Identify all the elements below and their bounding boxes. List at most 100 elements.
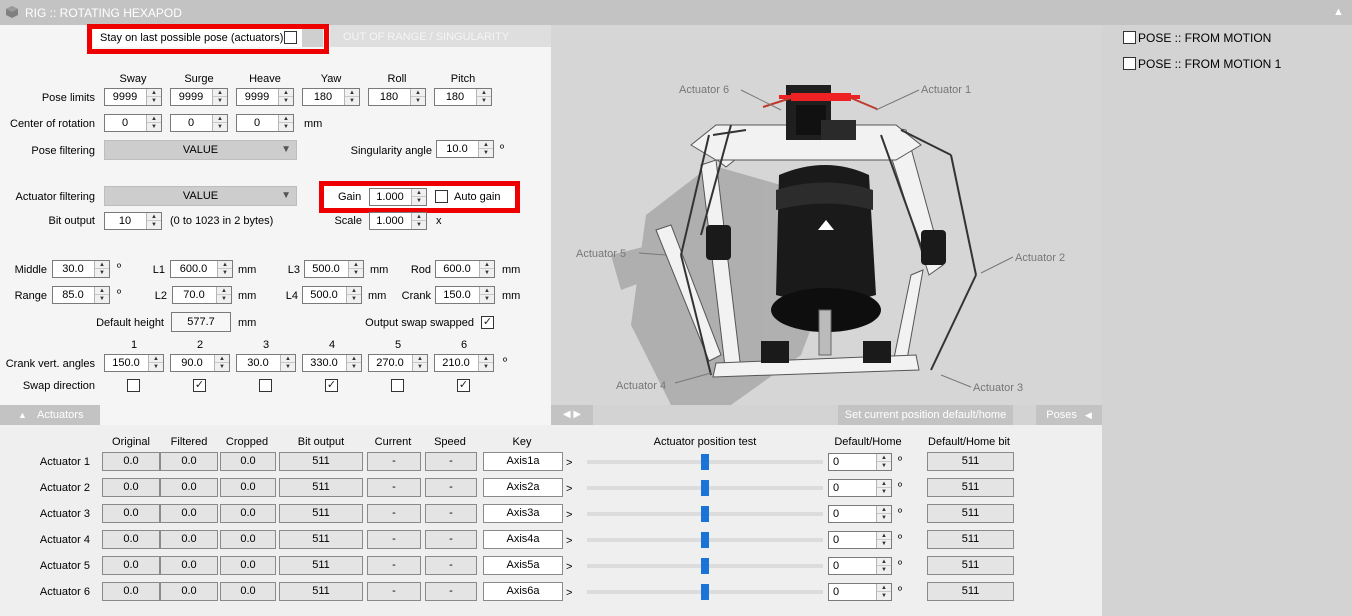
middle-label: Middle [14,264,47,276]
cropped-value: 0.0 [220,556,276,575]
key-input[interactable]: Axis2a [483,478,563,497]
swap-direction-1-checkbox[interactable] [127,379,140,392]
swap-direction-3-checkbox[interactable] [259,379,272,392]
filtered-value: 0.0 [160,556,218,575]
key-arrow-icon[interactable]: > [566,534,572,548]
poses-tab[interactable]: Poses ◀ [1036,405,1102,425]
triangle-left-icon: ◀ [1084,410,1092,420]
default-home-input[interactable]: 0 ▲ ▼ [828,479,892,497]
l4-input[interactable]: 500.0 ▲ ▼ [302,286,362,304]
crank-angle-6-input[interactable]: 210.0 ▲ ▼ [434,354,494,372]
pitch-limit-input[interactable]: 180 ▲ ▼ [434,88,492,106]
home-bit-value: 511 [927,530,1014,549]
actuator-filtering-dropdown[interactable]: VALUE ▼ [104,186,297,206]
l1-input[interactable]: 600.0 ▲ ▼ [170,260,233,278]
crank-unit: mm [502,290,521,302]
chevron-down-icon: ▼ [281,144,291,155]
swap-direction-4-checkbox[interactable]: ✓ [325,379,338,392]
key-arrow-icon[interactable]: > [566,586,572,600]
default-home-input[interactable]: 0 ▲ ▼ [828,583,892,601]
swap-direction-2-checkbox[interactable]: ✓ [193,379,206,392]
singularity-input[interactable]: 10.0 ▲ ▼ [436,140,494,158]
left-right-arrows-icon[interactable]: ◀ ▶ [551,405,593,425]
rod-unit: mm [502,264,521,276]
set-default-home-button[interactable]: Set current position default/home [838,405,1013,425]
key-arrow-icon[interactable]: > [566,456,572,470]
position-test-thumb[interactable] [701,454,709,470]
middle-input[interactable]: 30.0 ▲ ▼ [52,260,110,278]
pose-filtering-dropdown[interactable]: VALUE ▼ [104,140,297,160]
header-heave: Heave [249,73,281,85]
key-input[interactable]: Axis4a [483,530,563,549]
range-input[interactable]: 85.0 ▲ ▼ [52,286,110,304]
swap-direction-6-checkbox[interactable]: ✓ [457,379,470,392]
header-roll: Roll [387,73,407,85]
key-arrow-icon[interactable]: > [566,508,572,522]
rod-input[interactable]: 600.0 ▲ ▼ [435,260,495,278]
sway-limit-input[interactable]: 9999 ▲ ▼ [104,88,162,106]
pose-from-motion-1-checkbox[interactable] [1123,57,1136,70]
key-input[interactable]: Axis1a [483,452,563,471]
surge-limit-input[interactable]: 9999 ▲ ▼ [170,88,228,106]
triangle-up-icon: ▲ [18,410,27,420]
bit-output-input[interactable]: 10 ▲ ▼ [104,212,162,230]
l2-input[interactable]: 70.0 ▲ ▼ [172,286,232,304]
label-actuator-5: Actuator 5 [576,248,626,260]
hexapod-viewport[interactable]: Actuator 6 Actuator 1 Actuator 5 Actuato… [551,25,1102,405]
actuators-tab[interactable]: ▲ Actuators [0,405,100,425]
crank-angle-1-input[interactable]: 150.0 ▲ ▼ [104,354,164,372]
heave-limit-input[interactable]: 9999 ▲ ▼ [236,88,294,106]
center-x-input[interactable]: 0 ▲ ▼ [104,114,162,132]
pose-from-motion-checkbox[interactable] [1123,31,1136,44]
original-value: 0.0 [102,452,160,471]
position-test-thumb[interactable] [701,506,709,522]
center-z-input[interactable]: 0 ▲ ▼ [236,114,294,132]
key-input[interactable]: Axis5a [483,556,563,575]
cropped-value: 0.0 [220,452,276,471]
default-home-input[interactable]: 0 ▲ ▼ [828,453,892,471]
position-test-thumb[interactable] [701,558,709,574]
swap-direction-5-checkbox[interactable] [391,379,404,392]
position-test-thumb[interactable] [701,584,709,600]
original-value: 0.0 [102,582,160,601]
crank-angle-3-input[interactable]: 30.0 ▲ ▼ [236,354,296,372]
key-input[interactable]: Axis6a [483,582,563,601]
col-key: Key [512,436,532,448]
crank-angle-4-input[interactable]: 330.0 ▲ ▼ [302,354,362,372]
current-value: - [367,452,421,471]
filtered-value: 0.0 [160,452,218,471]
default-home-input[interactable]: 0 ▲ ▼ [828,557,892,575]
triangle-up-icon[interactable]: ▲ [1333,5,1344,19]
default-height-label: Default height [96,317,164,329]
position-test-thumb[interactable] [701,480,709,496]
pose-from-motion-1-label: POSE :: FROM MOTION 1 [1138,57,1282,71]
col-bit-output: Bit output [297,436,345,448]
l3-input[interactable]: 500.0 ▲ ▼ [304,260,364,278]
output-swap-checkbox[interactable]: ✓ [481,316,494,329]
crank-input[interactable]: 150.0 ▲ ▼ [435,286,495,304]
pose-filtering-label: Pose filtering [31,145,95,157]
header-yaw: Yaw [320,73,342,85]
position-test-thumb[interactable] [701,532,709,548]
key-input[interactable]: Axis3a [483,504,563,523]
center-y-input[interactable]: 0 ▲ ▼ [170,114,228,132]
speed-value: - [425,478,477,497]
yaw-limit-input[interactable]: 180 ▲ ▼ [302,88,360,106]
bit-output-value: 511 [279,530,363,549]
crank-angle-5-input[interactable]: 270.0 ▲ ▼ [368,354,428,372]
default-home-unit: º [898,559,903,571]
pose-limits-label: Pose limits [41,92,95,104]
filtered-value: 0.0 [160,478,218,497]
default-home-input[interactable]: 0 ▲ ▼ [828,505,892,523]
crank-angle-2-input[interactable]: 90.0 ▲ ▼ [170,354,230,372]
roll-limit-input[interactable]: 180 ▲ ▼ [368,88,426,106]
col-speed: Speed [434,436,466,448]
home-bit-value: 511 [927,582,1014,601]
default-home-input[interactable]: 0 ▲ ▼ [828,531,892,549]
range-label: Range [14,290,47,302]
key-arrow-icon[interactable]: > [566,482,572,496]
current-value: - [367,478,421,497]
key-arrow-icon[interactable]: > [566,560,572,574]
header-pitch: Pitch [450,73,476,85]
scale-input[interactable]: 1.000 ▲ ▼ [369,212,427,230]
